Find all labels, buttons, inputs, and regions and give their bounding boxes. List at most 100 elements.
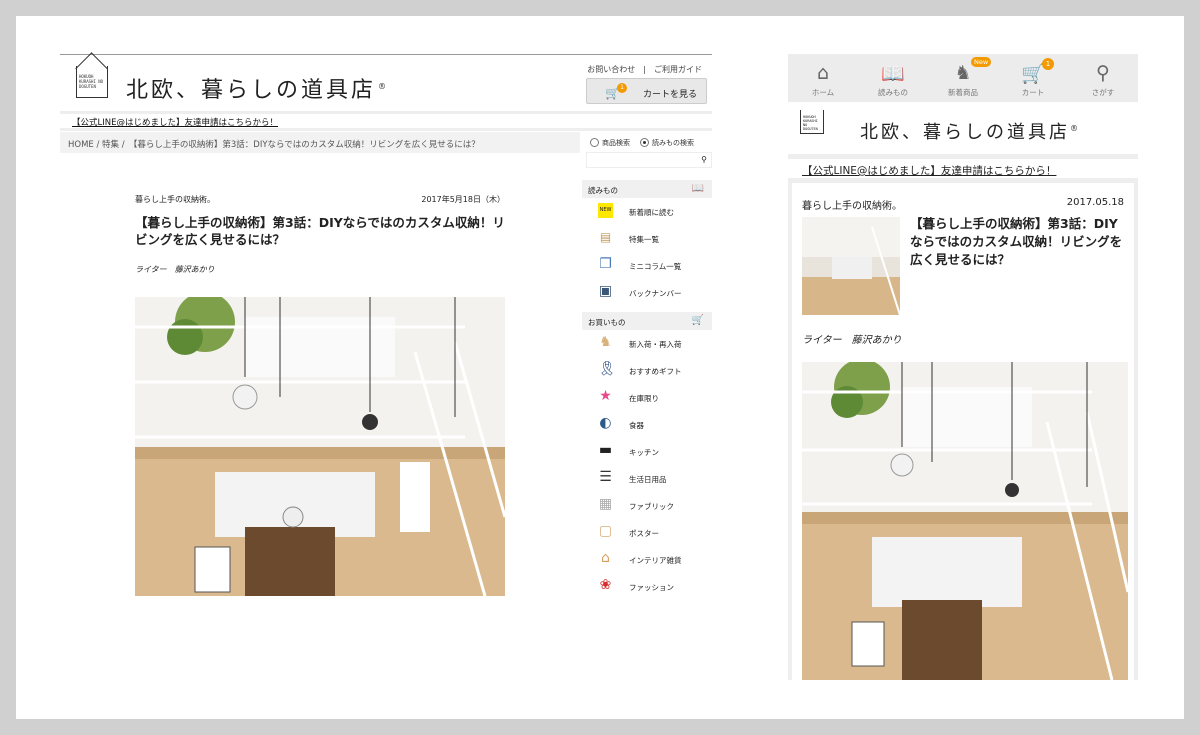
top-border xyxy=(60,54,712,55)
sidebar-item-label: キッチン xyxy=(629,448,659,457)
new-badge: New xyxy=(971,57,992,67)
article-writer: ライター 藤沢あかり xyxy=(135,265,215,274)
cart-button-label: カートを見る xyxy=(643,90,698,100)
article-title[interactable]: 【暮らし上手の収納術】第3話：DIYならではのカスタム収納！リビングを広く見せる… xyxy=(910,215,1130,269)
view-cart-button[interactable]: 🛒 1 カートを見る xyxy=(586,78,707,104)
registered-mark: ® xyxy=(1070,124,1078,133)
sidebar-item-label: バックナンバー xyxy=(629,289,682,298)
cart-icon: 🛒 xyxy=(1021,63,1045,85)
shopping-heading-text: お買いもの xyxy=(588,318,626,327)
pot-icon: ▬ xyxy=(598,442,613,458)
breadcrumb[interactable]: HOME / 特集 / 【暮らし上手の収納術】第3話：DIYならではのカスタム収… xyxy=(60,132,580,153)
sidebar-item-columns[interactable]: ❐ ミニコラム一覧 xyxy=(582,252,712,279)
product-search-radio[interactable]: 商品検索 xyxy=(590,138,630,148)
interior-icon: ⌂ xyxy=(601,550,610,566)
star-icon: ★ xyxy=(599,388,612,404)
daily-goods-icon: ☰ xyxy=(599,469,612,485)
article-category[interactable]: 暮らし上手の収納術。 xyxy=(135,194,215,205)
nav-home[interactable]: ⌂ ホーム xyxy=(788,54,858,102)
article-date: 2017.05.18 xyxy=(1066,197,1124,208)
site-title[interactable]: 北欧、暮らしの道具店® xyxy=(126,72,386,104)
book-icon: 📖 xyxy=(881,63,905,85)
cart-count-badge: 1 xyxy=(1042,58,1054,70)
logo-text: HOKUOH KURASHI NO DOGUTEN xyxy=(79,74,104,89)
article-category[interactable]: 暮らし上手の収納術。 xyxy=(802,197,902,212)
article-date: 2017年5月18日（木） xyxy=(421,195,505,204)
sidebar-item-label: 新着順に読む xyxy=(629,208,674,217)
sidebar-item-daily-goods[interactable]: ☰ 生活日用品 xyxy=(582,465,712,492)
divider xyxy=(60,111,712,114)
nav-reading[interactable]: 📖 読みもの xyxy=(858,54,928,102)
sidebar-item-label: ポスター xyxy=(629,529,659,538)
sidebar-item-kitchen[interactable]: ▬ キッチン xyxy=(582,438,712,465)
nav-label: カート xyxy=(1021,88,1045,97)
sidebar-item-poster[interactable]: ▢ ポスター xyxy=(582,519,712,546)
nav-search[interactable]: ⚲ さがす xyxy=(1068,54,1138,102)
radio-selected-icon xyxy=(640,138,649,147)
mobile-nav-bar: ⌂ ホーム 📖 読みもの ♞ New 新着商品 🛒 1 カート ⚲ さがす xyxy=(788,54,1138,102)
nav-cart[interactable]: 🛒 1 カート xyxy=(998,54,1068,102)
radio-icon xyxy=(590,138,599,147)
sidebar: 読みもの 📖 NEW 新着順に読む ▤ 特集一覧 ❐ ミニコラム一覧 ▣ バックナンバー … xyxy=(582,178,712,614)
divider xyxy=(788,154,1138,159)
sidebar-item-limited[interactable]: ★ 在庫限り xyxy=(582,384,712,411)
nav-label: ホーム xyxy=(811,88,835,97)
radio-label: 商品検索 xyxy=(602,139,630,147)
horse-icon: ♞ xyxy=(599,334,612,350)
divider xyxy=(60,128,712,131)
sidebar-item-label: ファッション xyxy=(629,583,674,592)
fashion-icon: ❀ xyxy=(599,577,612,593)
sidebar-item-fashion[interactable]: ❀ ファッション xyxy=(582,573,712,600)
sidebar-item-label: 在庫限り xyxy=(629,394,659,403)
top-links[interactable]: お問い合わせ | ご利用ガイド xyxy=(587,64,702,75)
line-friend-link[interactable]: 【公式LINE@はじめました】友達申請はこちらから！ xyxy=(72,116,278,128)
nav-label: 新着商品 xyxy=(948,88,978,97)
reading-heading-text: 読みもの xyxy=(588,186,618,195)
site-title[interactable]: 北欧、暮らしの道具店® xyxy=(860,118,1078,144)
article-hero-photo xyxy=(135,297,505,596)
sidebar-item-label: 新入荷・再入荷 xyxy=(629,340,682,349)
sidebar-item-backnumber[interactable]: ▣ バックナンバー xyxy=(582,279,712,306)
search-icon[interactable]: ⚲ xyxy=(701,155,707,164)
home-icon: ⌂ xyxy=(816,62,830,84)
sidebar-item-gift[interactable]: 🎗 おすすめギフト xyxy=(582,357,712,384)
search-type-options: 商品検索 読みもの検索 xyxy=(590,138,694,148)
site-logo-icon[interactable]: HOKUOH KURASHI NO DOGUTEN xyxy=(76,66,108,98)
ribbon-icon: 🎗 xyxy=(598,361,616,377)
sidebar-item-new-arrivals[interactable]: ♞ 新入荷・再入荷 xyxy=(582,330,712,357)
cart-count-badge: 1 xyxy=(617,83,627,93)
site-title-text: 北欧、暮らしの道具店 xyxy=(126,78,377,103)
article-hero-photo xyxy=(802,362,1128,680)
nav-label: 読みもの xyxy=(878,88,908,97)
poster-icon: ▢ xyxy=(598,523,613,539)
documents-icon: ❐ xyxy=(599,256,612,272)
desktop-view: HOKUOH KURASHI NO DOGUTEN 北欧、暮らしの道具店 ® お問… xyxy=(60,54,712,614)
registered-mark: ® xyxy=(378,81,387,91)
book-icon: 📖 xyxy=(691,183,704,194)
cart-icon: 🛒 xyxy=(691,315,704,326)
sidebar-item-tableware[interactable]: ◐ 食器 xyxy=(582,411,712,438)
search-icon: ⚲ xyxy=(1096,62,1110,84)
sidebar-item-label: ミニコラム一覧 xyxy=(629,262,682,271)
nav-label: さがす xyxy=(1091,88,1115,97)
reading-section-heading: 読みもの 📖 xyxy=(582,180,712,198)
nav-new-products[interactable]: ♞ New 新着商品 xyxy=(928,54,998,102)
sidebar-item-features[interactable]: ▤ 特集一覧 xyxy=(582,225,712,252)
new-badge-icon: NEW xyxy=(598,203,613,218)
tableware-icon: ◐ xyxy=(599,415,612,431)
sidebar-item-fabric[interactable]: ▦ ファブリック xyxy=(582,492,712,519)
sidebar-item-label: ファブリック xyxy=(629,502,674,511)
search-input[interactable]: ⚲ xyxy=(586,152,712,168)
fabric-icon: ▦ xyxy=(598,496,613,512)
archive-box-icon: ▣ xyxy=(598,283,613,299)
article-search-radio[interactable]: 読みもの検索 xyxy=(640,138,694,148)
line-friend-link[interactable]: 【公式LINE@はじめました】友達申請はこちらから！ xyxy=(802,163,1056,178)
article-thumbnail xyxy=(802,217,900,315)
sidebar-item-interior[interactable]: ⌂ インテリア雑貨 xyxy=(582,546,712,573)
site-logo-icon[interactable]: HOKUOH KURASHI NO DOGUTEN xyxy=(800,110,824,134)
sidebar-item-latest[interactable]: NEW 新着順に読む xyxy=(582,198,712,225)
logo-text: HOKUOH KURASHI NO DOGUTEN xyxy=(803,115,818,131)
mobile-view: ⌂ ホーム 📖 読みもの ♞ New 新着商品 🛒 1 カート ⚲ さがす HOKUOH KU… xyxy=(788,54,1138,680)
site-title-text: 北欧、暮らしの道具店 xyxy=(860,122,1070,143)
shopping-section-heading: お買いもの 🛒 xyxy=(582,312,712,330)
